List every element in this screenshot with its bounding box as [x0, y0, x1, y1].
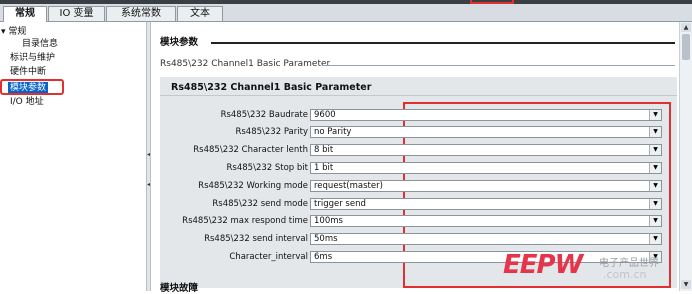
divider: [323, 65, 675, 66]
param-label: Rs485\232 send mode: [212, 199, 308, 209]
dropdown-arrow-icon[interactable]: ▼: [649, 199, 661, 209]
param-label: Rs485\232 send interval: [204, 234, 308, 244]
panel-title: Rs485\232 Channel1 Basic Parameter: [171, 82, 372, 93]
highlight-box-nav: [0, 79, 64, 95]
dropdown-arrow-icon[interactable]: ▼: [649, 181, 661, 191]
tab-io-variables[interactable]: IO 变量: [48, 6, 105, 21]
select-value: 1 bit: [314, 163, 334, 173]
section-title: 模块参数: [160, 37, 199, 48]
divider: [160, 95, 677, 96]
nav-item-catalog[interactable]: 目录信息: [22, 38, 58, 50]
param-label: Rs485\232 Baudrate: [220, 110, 308, 120]
tab-general[interactable]: 常规: [3, 6, 47, 22]
dropdown-arrow-icon[interactable]: ▼: [649, 234, 661, 244]
param-label: Rs485\232 Parity: [235, 127, 308, 137]
param-row-stop-bit: Rs485\232 Stop bit 1 bit ▼: [160, 161, 677, 176]
select-value: 6ms: [314, 252, 333, 262]
param-row-send-interval: Rs485\232 send interval 50ms ▼: [160, 232, 677, 247]
select-value: 8 bit: [314, 145, 334, 155]
param-row-send-mode: Rs485\232 send mode trigger send ▼: [160, 197, 677, 212]
character-length-select[interactable]: 8 bit ▼: [310, 144, 662, 156]
param-row-parity: Rs485\232 Parity no Parity ▼: [160, 125, 677, 140]
eepw-watermark: EEPW 电子产品世界 .com.cn: [503, 248, 679, 284]
select-value: request(master): [314, 181, 383, 191]
select-value: 50ms: [314, 234, 338, 244]
stop-bit-select[interactable]: 1 bit ▼: [310, 162, 662, 174]
vertical-scrollbar[interactable]: ▲ ▼: [679, 22, 692, 291]
dropdown-arrow-icon[interactable]: ▼: [649, 127, 661, 137]
scrollbar-thumb[interactable]: [682, 34, 690, 60]
param-row-working-mode: Rs485\232 Working mode request(master) ▼: [160, 179, 677, 194]
module-fault-title: 模块故障: [160, 283, 199, 294]
param-label: Rs485\232 Stop bit: [226, 163, 308, 173]
dropdown-arrow-icon[interactable]: ▼: [649, 163, 661, 173]
dropdown-arrow-icon[interactable]: ▼: [649, 145, 661, 155]
splitter-grip-icon[interactable]: ◂: [147, 152, 150, 158]
tab-bar: 常规 IO 变量 系统常数 文本: [0, 4, 692, 22]
dropdown-arrow-icon[interactable]: ▼: [649, 110, 661, 120]
subsection-title: Rs485\232 Channel1 Basic Parameter: [160, 59, 331, 69]
nav-item-io-address[interactable]: I/O 地址: [10, 96, 44, 108]
send-mode-select[interactable]: trigger send ▼: [310, 198, 662, 210]
nav-root-label: 常规: [8, 27, 27, 37]
parity-select[interactable]: no Parity ▼: [310, 126, 662, 138]
nav-item-hardware-interrupt[interactable]: 硬件中断: [10, 66, 46, 78]
baudrate-select[interactable]: 9600 ▼: [310, 109, 662, 121]
eepw-logo: EEPW: [503, 250, 583, 280]
max-respond-time-select[interactable]: 100ms ▼: [310, 215, 662, 227]
param-row-max-respond-time: Rs485\232 max respond time 100ms ▼: [160, 214, 677, 229]
tab-text[interactable]: 文本: [177, 6, 223, 21]
param-label: Character_interval: [229, 252, 308, 262]
select-value: 100ms: [314, 216, 343, 226]
splitter-grip-icon[interactable]: ◂: [147, 182, 150, 188]
param-row-baudrate: Rs485\232 Baudrate 9600 ▼: [160, 108, 677, 123]
dropdown-arrow-icon[interactable]: ▼: [649, 216, 661, 226]
param-label: Rs485\232 Character lenth: [193, 145, 308, 155]
working-mode-select[interactable]: request(master) ▼: [310, 180, 662, 192]
param-label: Rs485\232 Working mode: [198, 181, 308, 191]
expand-triangle-icon[interactable]: ▾: [1, 27, 6, 37]
scroll-down-icon[interactable]: ▼: [681, 280, 691, 289]
scroll-up-icon[interactable]: ▲: [681, 23, 691, 32]
param-row-character-length: Rs485\232 Character lenth 8 bit ▼: [160, 143, 677, 158]
navigation-tree: ▾ 常规 目录信息 标识与维护 硬件中断 模块参数 I/O 地址: [0, 22, 146, 291]
tab-system-constants[interactable]: 系统常数: [106, 6, 176, 21]
watermark-domain: .com.cn: [603, 268, 647, 281]
divider: [211, 42, 675, 44]
select-value: trigger send: [314, 199, 366, 209]
watermark-tagline: 电子产品世界: [599, 258, 659, 269]
select-value: no Parity: [314, 127, 352, 137]
send-interval-select[interactable]: 50ms ▼: [310, 233, 662, 245]
nav-item-identification[interactable]: 标识与维护: [10, 52, 55, 64]
select-value: 9600: [314, 110, 336, 120]
param-label: Rs485\232 max respond time: [182, 216, 308, 226]
nav-root-general[interactable]: ▾ 常规: [1, 26, 26, 38]
